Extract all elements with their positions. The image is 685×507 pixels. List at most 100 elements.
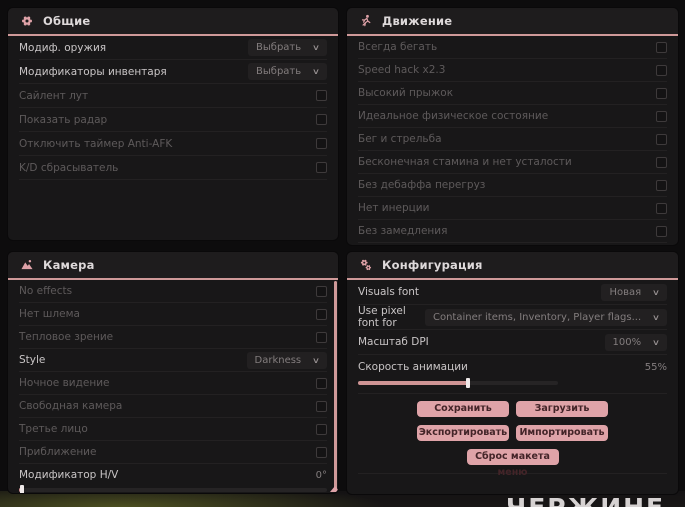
movement-row-8: Без замедления (358, 220, 667, 243)
row-checkbox[interactable] (656, 64, 667, 76)
row-label: Третье лицо (19, 423, 88, 435)
movement-row-6: Без дебаффа перегруз (358, 174, 667, 197)
select-value: Container items, Inventory, Player flags… (432, 311, 642, 323)
row-checkbox[interactable] (316, 400, 327, 412)
row-checkbox[interactable] (316, 423, 327, 435)
panel-title: Камера (43, 258, 95, 272)
chevron-down-icon: ∨ (651, 337, 661, 347)
row-label: Use pixel font for (358, 305, 406, 329)
row-checkbox[interactable] (656, 202, 667, 214)
panel-movement: Движение Всегда бегать Speed hack x2.3 Выс… (347, 8, 678, 245)
gear-icon (20, 14, 34, 28)
row-checkbox[interactable] (316, 446, 327, 458)
movement-row-0: Всегда бегать (358, 36, 667, 59)
row-checkbox[interactable] (316, 162, 327, 173)
select-value: 100% (612, 336, 642, 348)
row-checkbox[interactable] (316, 377, 327, 389)
general-row-0: Модиф. оружия Выбрать ∨ (19, 36, 327, 60)
import-button[interactable]: Импортировать (516, 425, 608, 441)
row-checkbox[interactable] (656, 41, 667, 53)
panel-config-header: Конфигурация (347, 252, 678, 280)
runner-icon (359, 14, 373, 28)
row-checkbox[interactable] (316, 90, 327, 101)
movement-row-5: Бесконечная стамина и нет усталости (358, 151, 667, 174)
save-button[interactable]: Сохранить (417, 401, 509, 417)
row-checkbox[interactable] (656, 156, 667, 168)
row-label: Нет инерции (358, 202, 430, 214)
camera-row-0: No effects (19, 280, 327, 303)
row-checkbox[interactable] (316, 308, 327, 320)
movement-row-1: Speed hack x2.3 (358, 59, 667, 82)
chevron-down-icon: ∨ (311, 67, 321, 76)
slider-value: 0° (315, 469, 327, 481)
mod-menu-screen: ЧЕРЖИНЕ Общие Модиф. оружияВыбрать∨ Модиф… (0, 0, 685, 507)
general-row-5: K/D сбрасыватель (19, 156, 327, 180)
slider-thumb[interactable] (20, 485, 25, 493)
row-slider[interactable] (19, 485, 327, 493)
row-label: K/D сбрасыватель (19, 161, 119, 174)
row-select[interactable]: Выбрать ∨ (248, 63, 327, 80)
row-label: Идеальное физическое состояние (358, 110, 549, 122)
select-value: Выбрать (256, 66, 302, 77)
row-slider[interactable] (358, 378, 558, 388)
scrollbar[interactable] (330, 281, 338, 492)
row-label: Бесконечная стамина и нет усталости (358, 156, 572, 168)
general-row-3: Показать радар (19, 108, 327, 132)
row-checkbox[interactable] (316, 138, 327, 149)
row-label: Бег и стрельба (358, 133, 442, 145)
row-select[interactable]: 100% ∨ (604, 333, 667, 351)
movement-row-4: Бег и стрельба (358, 128, 667, 151)
row-select[interactable]: Выбрать ∨ (248, 39, 327, 56)
row-checkbox[interactable] (656, 110, 667, 122)
export-button[interactable]: Экспортировать (417, 425, 509, 441)
camera-row-1: Нет шлема (19, 303, 327, 326)
panel-general: Общие Модиф. оружия Выбрать ∨ Модификаторы … (8, 8, 338, 240)
chevron-down-icon: ∨ (651, 312, 661, 322)
panel-title: Общие (43, 14, 91, 28)
scroll-arrow-icon[interactable] (330, 486, 338, 492)
camera-row-8: Модификатор H/V 0° (19, 464, 327, 493)
panel-title: Движение (382, 14, 453, 28)
chevron-down-icon: ∨ (651, 287, 661, 297)
row-select[interactable]: Container items, Inventory, Player flags… (424, 308, 667, 326)
select-value: Выбрать (256, 42, 302, 53)
panel-title: Конфигурация (382, 258, 483, 272)
panel-movement-header: Движение (347, 8, 678, 36)
row-checkbox[interactable] (656, 179, 667, 191)
config-row-0: Visuals font Новая ∨ (358, 280, 667, 305)
gears-icon (359, 258, 373, 272)
row-label: No effects (19, 285, 73, 297)
row-checkbox[interactable] (316, 114, 327, 125)
row-select[interactable]: Darkness ∨ (246, 351, 327, 369)
row-select[interactable]: Новая ∨ (601, 283, 667, 301)
reset-menu-layout-button[interactable]: Сброс макета меню (466, 449, 559, 478)
row-label: Нет шлема (19, 308, 80, 320)
select-value: Новая (609, 286, 642, 298)
camera-row-4: Ночное видение (19, 372, 327, 395)
chevron-down-icon: ∨ (311, 355, 321, 365)
row-checkbox[interactable] (316, 285, 327, 297)
row-checkbox[interactable] (316, 331, 327, 343)
row-label: Масштаб DPI (358, 336, 429, 348)
movement-row-7: Нет инерции (358, 197, 667, 220)
row-checkbox[interactable] (656, 225, 667, 237)
row-label: Показать радар (19, 113, 108, 126)
panel-general-header: Общие (8, 8, 338, 36)
watermark-text: ЧЕРЖИНЕ (506, 493, 665, 507)
row-label: Скорость анимации (358, 361, 468, 373)
select-value: Darkness (254, 354, 302, 366)
row-label: Speed hack x2.3 (358, 64, 446, 76)
row-checkbox[interactable] (656, 87, 667, 99)
slider-thumb[interactable] (466, 378, 470, 388)
image-icon (20, 258, 34, 272)
row-label: Отключить таймер Anti-AFK (19, 137, 173, 150)
row-label: Style (19, 354, 46, 366)
row-checkbox[interactable] (656, 133, 667, 145)
row-label: Всегда бегать (358, 41, 438, 53)
config-buttons: Сохранить Загрузить Экспортировать Импортир… (358, 394, 667, 478)
config-row-2: Масштаб DPI 100% ∨ (358, 330, 667, 355)
camera-row-6: Третье лицо (19, 418, 327, 441)
row-label: Модификаторы инвентаря (19, 65, 167, 78)
camera-row-3: Style Darkness ∨ (19, 349, 327, 372)
load-button[interactable]: Загрузить (516, 401, 608, 417)
